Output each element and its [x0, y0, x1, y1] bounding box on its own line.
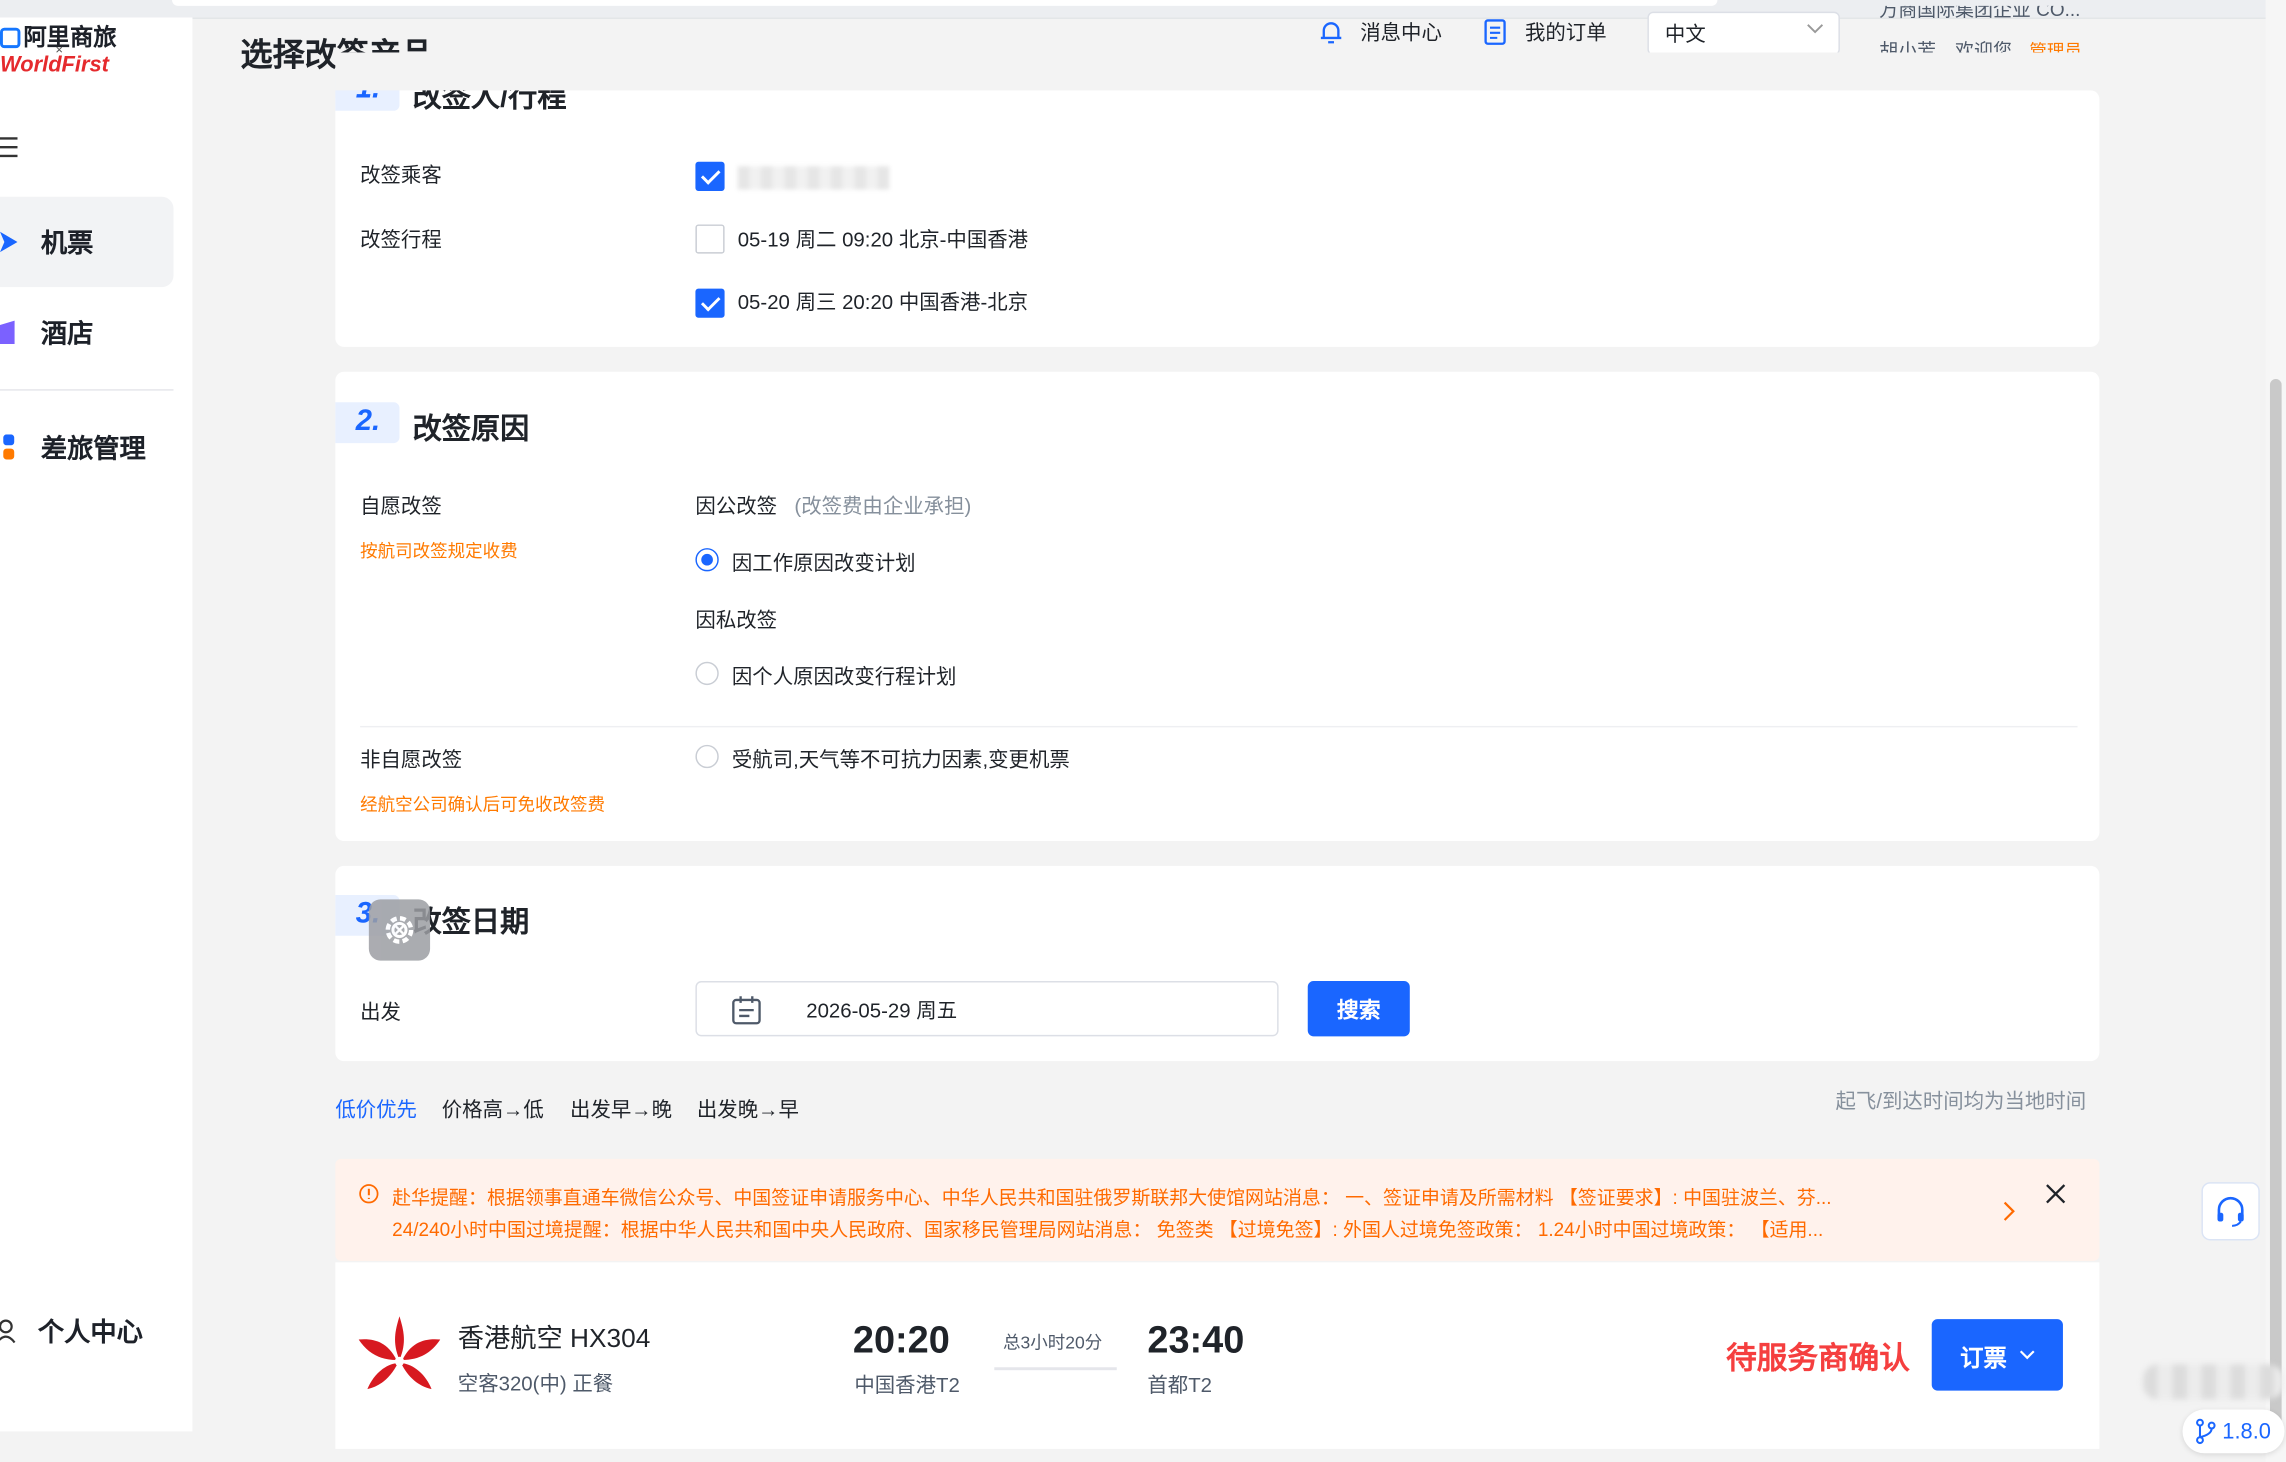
sort-option-depart-early[interactable]: 出发早→晚 — [570, 1095, 672, 1124]
chevron-down-icon — [2019, 1350, 2034, 1360]
language-value: 中文 — [1664, 21, 1706, 46]
hotel-icon — [0, 320, 15, 345]
trip-outbound: 05-19 周二 09:20 北京-中国香港 — [737, 227, 1029, 251]
section-number: 2. — [355, 405, 381, 438]
notice-line-transit[interactable]: 24/240小时中国过境提醒：根据中华人民共和国中央人民政府、国家移民管理局网站… — [392, 1214, 1993, 1242]
alibaba-travel-logo-icon — [0, 27, 21, 49]
business-change-hint: (改签费由企业承担) — [794, 494, 972, 518]
headset-icon — [2217, 1196, 2244, 1227]
sidebar-item-profile[interactable]: 个人中心 — [0, 1312, 143, 1350]
departure-airport: 中国香港T2 — [854, 1373, 960, 1397]
hamburger-icon — [0, 137, 18, 158]
passenger-checkbox[interactable] — [695, 161, 725, 191]
flight-result-card: 香港航空 HX304 空客320(中) 正餐 20:20 中国香港T2 总3小时… — [335, 1262, 2100, 1449]
company-name: 万商国际集团企业 CO... — [1879, 5, 2081, 21]
search-button[interactable]: 搜索 — [1307, 980, 1410, 1037]
sidebar-item-travel-management[interactable]: 差旅管理 — [0, 402, 173, 492]
bell-icon — [1320, 22, 1342, 44]
sidebar-item-flights[interactable]: 机票 — [0, 196, 174, 288]
date-value: 2026-05-29 周五 — [806, 998, 958, 1022]
brand-name: 阿里商旅 — [23, 26, 117, 52]
profile-label: 个人中心 — [37, 1317, 143, 1347]
reason-divider — [360, 725, 2078, 728]
section-passenger-itinerary: 1. 改签人/行程 — [335, 69, 2100, 347]
business-change-label: 因公改签 — [695, 494, 778, 518]
arrival-time: 23:40 — [1147, 1317, 1245, 1362]
involuntary-reason-label[interactable]: 受航司,天气等不可抗力因素,变更机票 — [732, 745, 1070, 774]
trip-checkbox-return[interactable] — [695, 288, 725, 318]
chevron-down-icon — [1806, 19, 1824, 41]
trip-return: 05-20 周三 20:20 中国香港-北京 — [737, 290, 1029, 314]
menu-toggle-button[interactable] — [0, 134, 18, 169]
date-picker-input[interactable]: 2026-05-29 周五 — [695, 980, 1279, 1037]
travel-management-icon — [3, 434, 15, 460]
booking-status: 待服务商确认 — [1726, 1342, 1910, 1377]
section-title: 改签原因 — [412, 413, 530, 447]
hong-kong-airlines-logo — [358, 1316, 441, 1390]
itinerary-label: 改签行程 — [360, 227, 442, 251]
trip-checkbox-outbound[interactable] — [695, 224, 725, 254]
plane-icon — [0, 231, 18, 253]
redacted-widget — [2143, 1364, 2284, 1400]
scrollbar-thumb[interactable] — [2269, 378, 2282, 1429]
voluntary-label: 自愿改签 — [360, 494, 442, 518]
user-icon — [0, 1319, 16, 1344]
customer-service-button[interactable] — [2201, 1182, 2260, 1241]
message-center-link[interactable]: 消息中心 — [1316, 17, 1442, 46]
sidebar-item-label: 差旅管理 — [40, 434, 146, 464]
notice-line-visa[interactable]: 赴华提醒：根据领事直通车微信公众号、中国签证申请服务中心、中华人民共和国驻俄罗斯… — [392, 1182, 1993, 1210]
involuntary-label: 非自愿改签 — [360, 747, 463, 772]
sort-option-price-desc[interactable]: 价格高→低 — [442, 1095, 544, 1124]
sidebar-divider — [0, 389, 174, 391]
passenger-label: 改签乘客 — [360, 163, 442, 187]
involuntary-note: 经航空公司确认后可免收改签费 — [360, 794, 606, 815]
involuntary-reason-radio[interactable] — [695, 744, 719, 769]
browser-address-strip — [172, 0, 1718, 6]
private-change-title: 因私改签 — [695, 607, 778, 632]
sidebar-item-label: 酒店 — [40, 319, 94, 349]
section-change-reason: 2. 改签原因 — [335, 371, 2100, 842]
floating-settings-button[interactable] — [368, 899, 431, 961]
book-button[interactable]: 订票 — [1931, 1319, 2063, 1391]
gear-icon — [385, 916, 414, 944]
sort-option-lowest-price[interactable]: 低价优先 — [335, 1095, 417, 1124]
book-button-label: 订票 — [1960, 1346, 2007, 1371]
depart-label: 出发 — [360, 999, 401, 1024]
document-icon — [1484, 19, 1506, 45]
version-badge[interactable]: 1.8.0 — [2182, 1409, 2285, 1454]
arrival-airport: 首都T2 — [1147, 1373, 1213, 1397]
my-orders-label: 我的订单 — [1524, 20, 1607, 44]
aircraft-info: 空客320(中) 正餐 — [457, 1371, 614, 1395]
business-reason-radio[interactable] — [695, 548, 719, 572]
calendar-icon — [732, 996, 761, 1025]
my-orders-link[interactable]: 我的订单 — [1481, 17, 1607, 46]
close-icon[interactable] — [2045, 1184, 2066, 1204]
business-reason-label[interactable]: 因工作原因改变计划 — [732, 548, 916, 577]
private-reason-label[interactable]: 因个人原因改变行程计划 — [732, 662, 957, 691]
voluntary-note: 按航司改签规定收费 — [360, 540, 518, 562]
duration-line — [994, 1367, 1117, 1371]
sidebar-item-hotel[interactable]: 酒店 — [0, 287, 173, 377]
local-time-note: 起飞/到达时间均为当地时间 — [1835, 1088, 2087, 1113]
travel-notice-banner: 赴华提醒：根据领事直通车微信公众号、中国签证申请服务中心、中华人民共和国驻俄罗斯… — [335, 1158, 2100, 1261]
scroll-mask — [335, 52, 2100, 91]
branch-icon — [2196, 1418, 2217, 1445]
airline-flight-number: 香港航空 HX304 — [457, 1323, 651, 1353]
business-change-title: 因公改签 (改签费由企业承担) — [695, 491, 971, 520]
chevron-right-icon[interactable] — [2002, 1201, 2017, 1221]
sidebar-item-label: 机票 — [40, 228, 94, 259]
departure-time: 20:20 — [852, 1317, 950, 1362]
sort-option-depart-late[interactable]: 出发晚→早 — [697, 1095, 799, 1124]
message-center-label: 消息中心 — [1360, 20, 1442, 44]
passenger-name-redacted — [737, 166, 890, 190]
version-number: 1.8.0 — [2222, 1419, 2271, 1444]
info-icon — [359, 1184, 379, 1204]
partner-logo: WorldFirst — [0, 52, 109, 78]
private-reason-radio[interactable] — [695, 661, 719, 686]
flight-duration: 总3小时20分 — [1003, 1332, 1103, 1353]
language-select[interactable]: 中文 — [1647, 11, 1840, 56]
